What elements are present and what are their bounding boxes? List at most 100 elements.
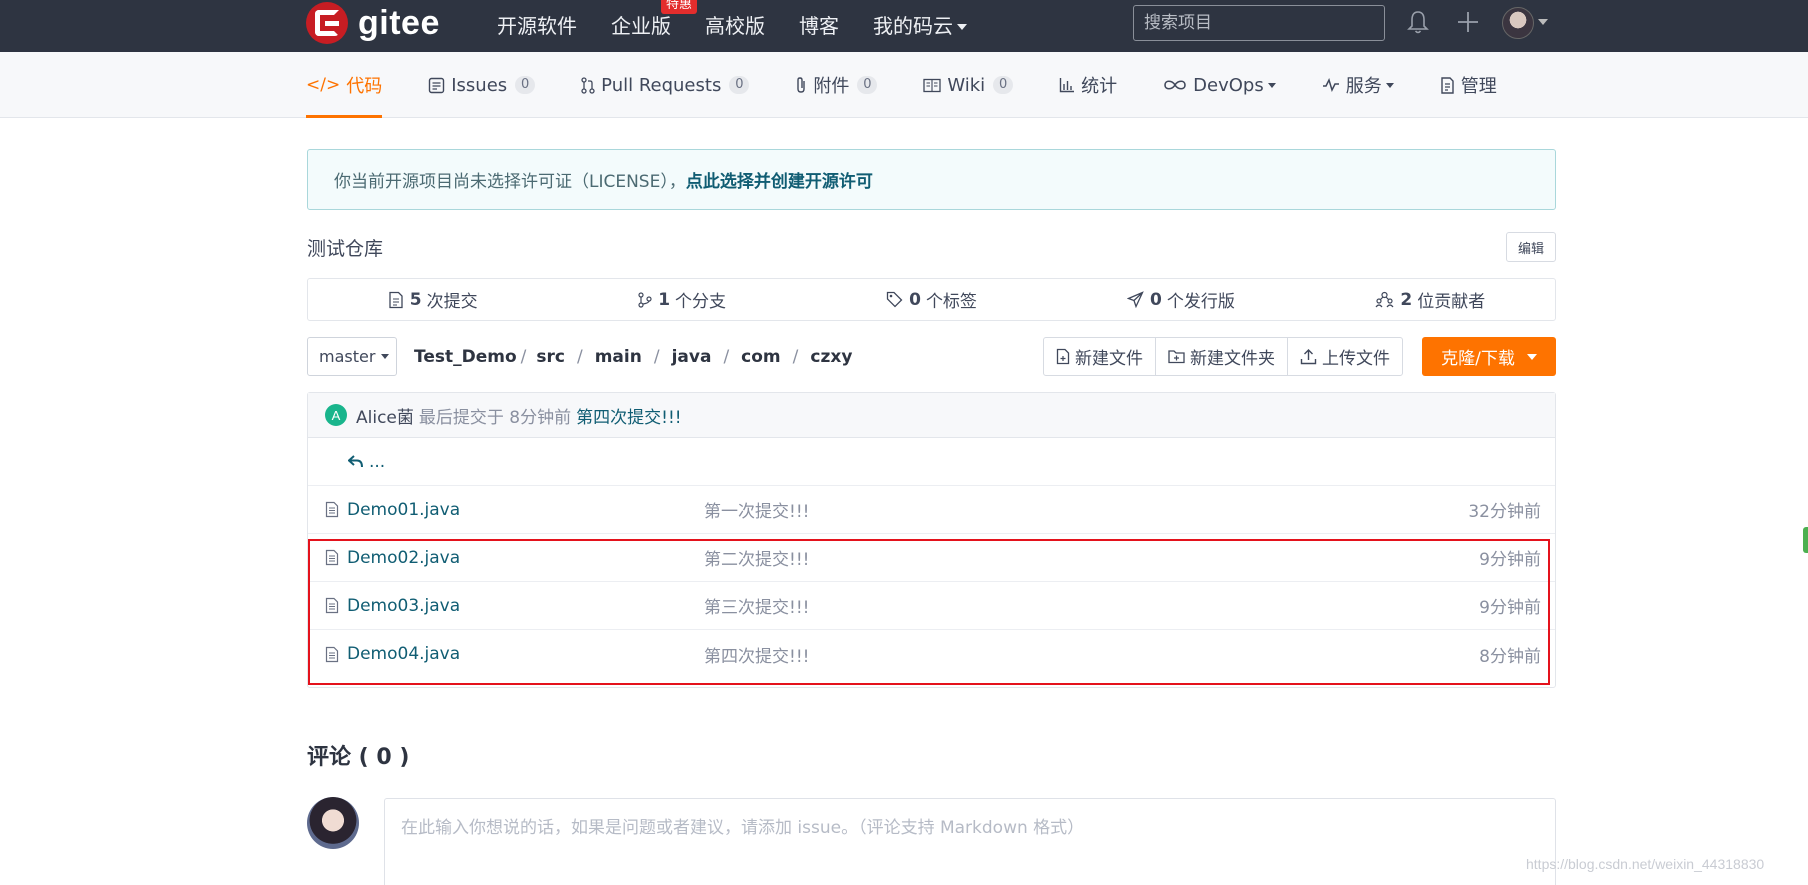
- file-commit-message[interactable]: 第三次提交!!!: [704, 593, 809, 618]
- tab-pull-requests[interactable]: Pull Requests 0: [581, 52, 750, 118]
- avatar-chevron-down-icon[interactable]: [1538, 19, 1548, 25]
- user-avatar[interactable]: [1502, 7, 1534, 39]
- stat-releases[interactable]: 0 个发行版: [1056, 287, 1305, 312]
- breadcrumb-java[interactable]: java: [672, 347, 712, 367]
- chevron-down-icon: [957, 24, 967, 30]
- new-file-button[interactable]: 新建文件: [1044, 338, 1156, 375]
- clone-chevron-down-icon: [1526, 353, 1537, 360]
- tab-issues-label: Issues: [451, 74, 508, 96]
- tab-services[interactable]: 服务: [1322, 52, 1394, 118]
- nav-link-enterprise-label: 企业版: [611, 13, 671, 38]
- code-icon: </>: [306, 75, 341, 95]
- file-name-link[interactable]: Demo01.java: [347, 500, 460, 520]
- file-commit-message[interactable]: 第一次提交!!!: [704, 497, 809, 522]
- breadcrumb-separator: /: [576, 346, 583, 367]
- file-icon: [325, 597, 339, 614]
- breadcrumb-separator: /: [792, 346, 799, 367]
- file-row[interactable]: Demo04.java 第四次提交!!! 8分钟前: [308, 630, 1555, 678]
- tab-devops-label: DevOps: [1193, 74, 1264, 96]
- tab-manage-label: 管理: [1460, 76, 1497, 97]
- file-row[interactable]: Demo02.java 第二次提交!!! 9分钟前: [308, 534, 1555, 582]
- create-license-link[interactable]: 点此选择并创建开源许可: [686, 167, 873, 192]
- nav-link-enterprise[interactable]: 企业版 特惠: [611, 0, 698, 39]
- release-count-label: 个发行版: [1166, 292, 1235, 312]
- nav-link-my-gitee-label: 我的码云: [873, 13, 953, 38]
- file-commit-message[interactable]: 第二次提交!!!: [704, 545, 809, 570]
- commit-icon: [389, 291, 403, 308]
- plus-icon[interactable]: [1456, 10, 1480, 34]
- repo-stats-bar: 5 次提交 1 个分支 0 个标签 0 个发行版 2 位贡献者: [307, 278, 1556, 321]
- watermark: https://blog.csdn.net/weixin_44318830: [1526, 856, 1765, 872]
- contributors-icon: [1375, 291, 1394, 308]
- nav-link-open-source[interactable]: 开源软件: [497, 10, 577, 39]
- nav-link-blog[interactable]: 博客: [799, 10, 839, 39]
- nav-link-my-gitee[interactable]: 我的码云: [873, 10, 967, 39]
- file-name-link[interactable]: Demo03.java: [347, 596, 460, 616]
- tab-stats-label: 统计: [1081, 76, 1118, 97]
- breadcrumb-com[interactable]: com: [741, 347, 780, 367]
- file-name-link[interactable]: Demo04.java: [347, 644, 460, 664]
- latest-commit-bar: A Alice菌 最后提交于 8分钟前 第四次提交!!!: [308, 393, 1555, 438]
- tab-code[interactable]: </> 代码: [306, 52, 383, 118]
- file-name-link[interactable]: Demo02.java: [347, 548, 460, 568]
- upload-file-button[interactable]: 上传文件: [1288, 338, 1402, 375]
- edit-description-button[interactable]: 编辑: [1506, 232, 1556, 262]
- file-row[interactable]: Demo01.java 第一次提交!!! 32分钟前: [308, 486, 1555, 534]
- tab-attachments[interactable]: 附件 0: [795, 52, 878, 118]
- parent-directory-row[interactable]: ...: [308, 438, 1555, 486]
- file-list: A Alice菌 最后提交于 8分钟前 第四次提交!!! ... Demo01.…: [307, 392, 1556, 688]
- clone-download-button[interactable]: 克隆/下载: [1422, 337, 1556, 376]
- file-actions-group: 新建文件 新建文件夹 上传文件: [1043, 337, 1403, 376]
- breadcrumb-main[interactable]: main: [595, 347, 642, 367]
- top-navbar: gitee 开源软件 企业版 特惠 高校版 博客 我的码云: [0, 0, 1808, 52]
- breadcrumb-separator: /: [520, 346, 527, 367]
- license-notice: 你当前开源项目尚未选择许可证（LICENSE）， 点此选择并创建开源许可: [307, 149, 1556, 210]
- stat-contributors[interactable]: 2 位贡献者: [1306, 287, 1555, 312]
- stats-icon: [1059, 78, 1075, 93]
- breadcrumb-repo[interactable]: Test_Demo: [414, 347, 517, 367]
- breadcrumb-czxy: czxy: [810, 346, 853, 367]
- notification-bell-icon[interactable]: [1406, 10, 1430, 36]
- commit-count: 5: [409, 289, 422, 310]
- tab-wiki[interactable]: Wiki 0: [923, 52, 1014, 118]
- upload-icon: [1300, 349, 1317, 365]
- attachment-icon: [797, 77, 806, 93]
- comment-input[interactable]: [384, 798, 1556, 885]
- file-row[interactable]: Demo03.java 第三次提交!!! 9分钟前: [308, 582, 1555, 630]
- tab-issues[interactable]: Issues 0: [428, 52, 536, 118]
- branch-selector[interactable]: master: [307, 337, 397, 376]
- commenter-avatar: [307, 797, 359, 849]
- commit-count-label: 次提交: [426, 292, 478, 312]
- parent-directory-label: ...: [369, 451, 386, 472]
- devops-chevron-down-icon: [1267, 82, 1276, 88]
- branch-chevron-down-icon: [381, 354, 390, 359]
- stat-tags[interactable]: 0 个标签: [807, 287, 1056, 312]
- tab-manage[interactable]: 管理: [1440, 52, 1497, 118]
- tab-stats[interactable]: 统计: [1059, 52, 1117, 118]
- breadcrumb-src[interactable]: src: [536, 347, 565, 367]
- stat-commits[interactable]: 5 次提交: [308, 287, 557, 312]
- file-commit-message[interactable]: 第四次提交!!!: [704, 642, 809, 667]
- nav-link-education[interactable]: 高校版: [705, 10, 765, 39]
- tab-devops[interactable]: DevOps: [1163, 52, 1276, 118]
- commit-author[interactable]: Alice菌: [356, 403, 414, 428]
- new-folder-button[interactable]: 新建文件夹: [1156, 338, 1288, 375]
- new-folder-icon: [1168, 350, 1185, 364]
- breadcrumb: Test_Demo / src / main / java / com / czxy: [414, 337, 852, 376]
- tab-wiki-label: Wiki: [947, 74, 986, 96]
- commit-message-link[interactable]: 第四次提交!!!: [576, 403, 681, 428]
- file-icon: [325, 501, 339, 518]
- attachments-count-badge: 0: [857, 76, 878, 94]
- branch-icon: [638, 291, 652, 308]
- issues-icon: [429, 77, 445, 93]
- gitee-logo-icon: [306, 2, 348, 44]
- release-icon: [1127, 291, 1144, 308]
- commit-meta: 最后提交于 8分钟前: [418, 407, 572, 428]
- gitee-logo[interactable]: gitee: [306, 2, 440, 44]
- branch-count: 1: [658, 289, 671, 310]
- search-input[interactable]: [1133, 5, 1385, 41]
- stat-branches[interactable]: 1 个分支: [557, 287, 806, 312]
- clone-download-label: 克隆/下载: [1441, 349, 1515, 369]
- author-avatar[interactable]: A: [325, 404, 347, 426]
- service-icon: [1322, 78, 1339, 92]
